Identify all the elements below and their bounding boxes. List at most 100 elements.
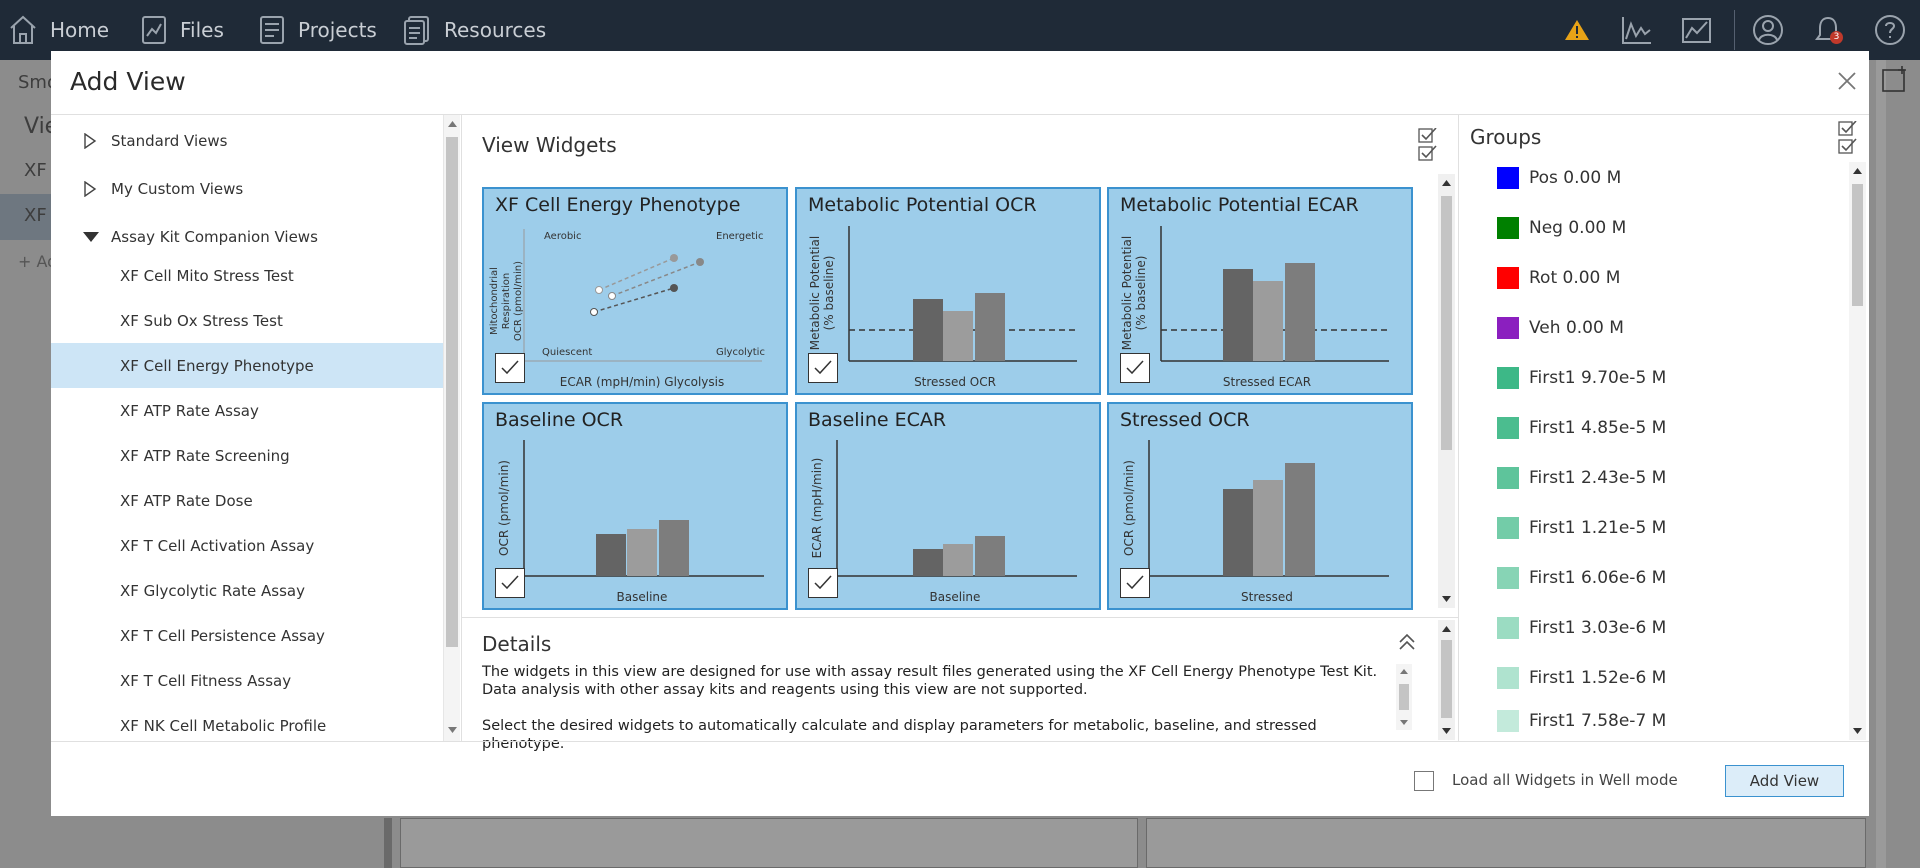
y-label-line2: (% baseline) <box>822 256 836 331</box>
group-label: Veh 0.00 M <box>1529 318 1624 338</box>
scrollbar-thumb[interactable] <box>1441 640 1452 718</box>
scroll-up-icon[interactable] <box>1400 669 1408 674</box>
widget-checkbox[interactable] <box>808 353 838 383</box>
group-label: First1 3.03e-6 M <box>1529 618 1667 638</box>
scrollbar-thumb[interactable] <box>1852 184 1863 306</box>
group-item[interactable]: First1 1.52e-6 M <box>1497 653 1827 703</box>
load-well-mode-checkbox[interactable] <box>1414 771 1434 791</box>
warning-icon[interactable] <box>1564 18 1590 42</box>
stressed-ocr-chart: OCR (pmol/min) Stressed <box>1122 440 1389 604</box>
tree-item[interactable]: XF T Cell Persistence Assay <box>51 613 443 658</box>
y-label-line2: (% baseline) <box>1134 256 1148 331</box>
scrollbar-thumb[interactable] <box>446 137 458 647</box>
scroll-up-icon[interactable] <box>448 121 457 127</box>
tree-item[interactable]: XF T Cell Activation Assay <box>51 523 443 568</box>
y-label-line1: Metabolic Potential <box>808 236 822 350</box>
scrollbar-thumb[interactable] <box>1399 684 1409 710</box>
y-label: OCR (pmol/min) <box>497 460 511 556</box>
widget-card-metabolic-potential-ocr[interactable]: Metabolic Potential OCR Metabolic Potent… <box>795 187 1101 395</box>
scroll-down-icon[interactable] <box>1400 720 1408 725</box>
scroll-down-icon[interactable] <box>1442 596 1451 602</box>
y-label: OCR (pmol/min) <box>1122 460 1136 556</box>
group-item[interactable]: Rot 0.00 M <box>1497 253 1827 303</box>
group-label: Rot 0.00 M <box>1529 268 1621 288</box>
background-panel <box>1146 818 1866 868</box>
graph-icon[interactable] <box>1620 14 1654 46</box>
widget-card-cell-energy-phenotype[interactable]: XF Cell Energy Phenotype Aerobic Energet… <box>482 187 788 395</box>
group-item[interactable]: First1 4.85e-5 M <box>1497 403 1827 453</box>
tree-item-label: XF ATP Rate Screening <box>120 446 290 465</box>
tree-item[interactable]: XF Glycolytic Rate Assay <box>51 568 443 613</box>
user-icon[interactable] <box>1752 14 1784 46</box>
widget-checkbox[interactable] <box>1120 568 1150 598</box>
group-color-swatch <box>1497 710 1519 732</box>
tree-item[interactable]: XF Sub Ox Stress Test <box>51 298 443 343</box>
tree-item[interactable]: XF NK Cell Metabolic Profile <box>51 703 443 741</box>
group-color-swatch <box>1497 167 1519 189</box>
notification-badge: 3 <box>1830 31 1843 44</box>
scroll-up-icon[interactable] <box>1442 180 1451 186</box>
widget-card-baseline-ecar[interactable]: Baseline ECAR ECAR (mpH/min) Baseline <box>795 402 1101 610</box>
x-label: Stressed <box>1241 590 1293 604</box>
select-all-icon[interactable] <box>1418 128 1438 162</box>
tree-scrollbar[interactable] <box>443 115 460 741</box>
group-label: First1 9.70e-5 M <box>1529 368 1667 388</box>
details-scrollbar[interactable] <box>1438 620 1455 740</box>
checkmark-icon <box>814 360 832 375</box>
metabolic-potential-ecar-chart: Metabolic Potential (% baseline) Stresse… <box>1120 226 1389 389</box>
collapse-icon[interactable] <box>1398 633 1416 651</box>
widgets-scrollbar[interactable] <box>1438 174 1455 608</box>
widget-checkbox[interactable] <box>808 568 838 598</box>
group-color-swatch <box>1497 367 1519 389</box>
y-label: ECAR (mpH/min) <box>810 458 824 559</box>
details-body: The widgets in this view are designed fo… <box>482 663 1402 753</box>
nav-divider <box>1734 10 1735 50</box>
scroll-up-icon[interactable] <box>1442 626 1451 632</box>
analysis-icon[interactable] <box>1680 14 1714 46</box>
tree-group-standard-views[interactable]: Standard Views <box>51 118 443 163</box>
group-item[interactable]: First1 6.06e-6 M <box>1497 553 1827 603</box>
group-item[interactable]: First1 3.03e-6 M <box>1497 603 1827 653</box>
widget-checkbox[interactable] <box>495 568 525 598</box>
bar <box>975 293 1005 361</box>
group-color-swatch <box>1497 317 1519 339</box>
group-item[interactable]: Veh 0.00 M <box>1497 303 1827 353</box>
close-icon[interactable] <box>1835 69 1859 93</box>
tree-item[interactable]: XF ATP Rate Assay <box>51 388 443 433</box>
tree-group-my-custom-views[interactable]: My Custom Views <box>51 166 443 211</box>
scroll-down-icon[interactable] <box>448 727 457 733</box>
tree-item-label: XF T Cell Activation Assay <box>120 536 315 555</box>
group-item[interactable]: First1 7.58e-7 M <box>1497 703 1827 739</box>
background-scrollbar <box>1876 60 1886 868</box>
tree-item-selected[interactable]: XF Cell Energy Phenotype <box>51 343 443 388</box>
files-icon <box>142 16 166 44</box>
widget-checkbox[interactable] <box>495 353 525 383</box>
details-text-scrollbar[interactable] <box>1396 664 1412 730</box>
widget-card-baseline-ocr[interactable]: Baseline OCR OCR (pmol/min) Baseline <box>482 402 788 610</box>
data-point <box>590 308 598 316</box>
scrollbar-thumb[interactable] <box>1441 196 1452 450</box>
scroll-down-icon[interactable] <box>1853 728 1862 734</box>
group-item[interactable]: Pos 0.00 M <box>1497 153 1827 203</box>
tree-item[interactable]: XF T Cell Fitness Assay <box>51 658 443 703</box>
add-view-button[interactable]: Add View <box>1725 765 1844 797</box>
scroll-up-icon[interactable] <box>1853 168 1862 174</box>
widget-card-metabolic-potential-ecar[interactable]: Metabolic Potential ECAR Metabolic Poten… <box>1107 187 1413 395</box>
group-item[interactable]: First1 9.70e-5 M <box>1497 353 1827 403</box>
scroll-down-icon[interactable] <box>1442 728 1451 734</box>
group-item[interactable]: First1 2.43e-5 M <box>1497 453 1827 503</box>
x-label: ECAR (mpH/min) Glycolysis <box>560 375 724 389</box>
widget-checkbox[interactable] <box>1120 353 1150 383</box>
select-all-groups-icon[interactable] <box>1838 121 1858 155</box>
tree-item-label: XF Glycolytic Rate Assay <box>120 581 305 600</box>
group-item[interactable]: Neg 0.00 M <box>1497 203 1827 253</box>
help-icon[interactable] <box>1874 14 1906 46</box>
projects-icon <box>260 16 284 44</box>
tree-item[interactable]: XF ATP Rate Dose <box>51 478 443 523</box>
tree-group-label: Assay Kit Companion Views <box>111 227 318 246</box>
groups-scrollbar[interactable] <box>1849 162 1866 740</box>
tree-item[interactable]: XF Cell Mito Stress Test <box>51 253 443 298</box>
group-item[interactable]: First1 1.21e-5 M <box>1497 503 1827 553</box>
tree-item[interactable]: XF ATP Rate Screening <box>51 433 443 478</box>
widget-card-stressed-ocr[interactable]: Stressed OCR OCR (pmol/min) Stressed <box>1107 402 1413 610</box>
